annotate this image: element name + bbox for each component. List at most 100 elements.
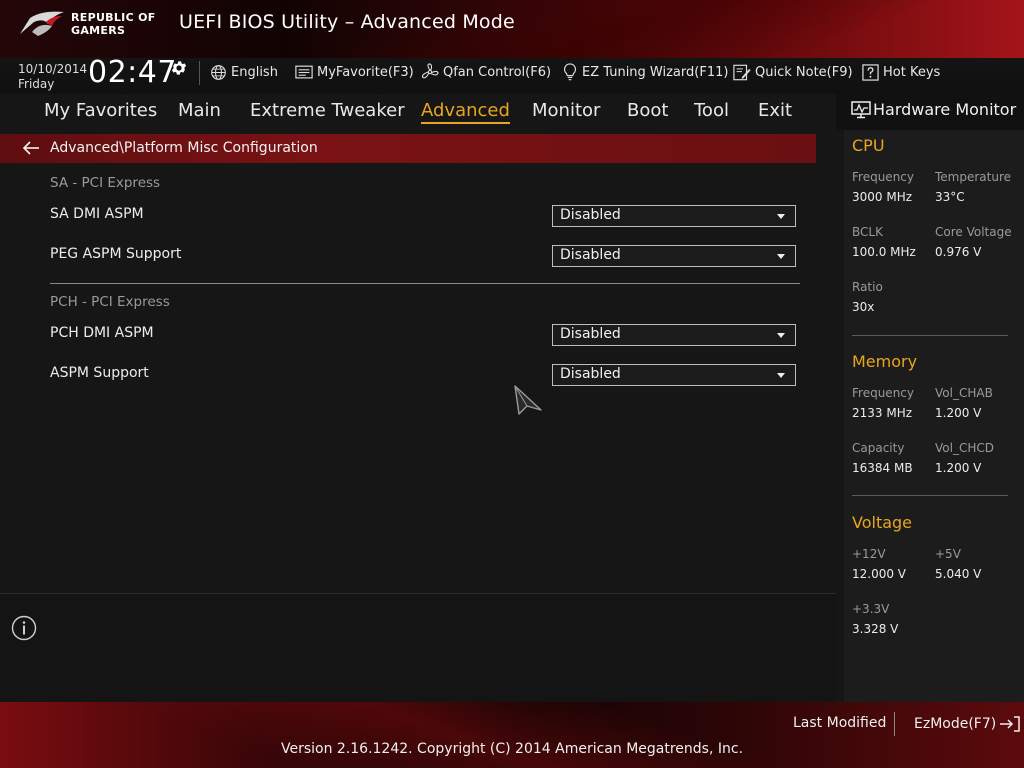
core-voltage-label: Core Voltage — [935, 225, 1012, 239]
tab-exit[interactable]: Exit — [758, 100, 792, 121]
memory-frequency-label: Frequency — [852, 386, 914, 400]
sa-dmi-aspm-value: Disabled — [560, 207, 621, 223]
quick-note-label: Quick Note(F9) — [755, 64, 853, 80]
vol-chcd-value: 1.200 V — [935, 461, 982, 475]
ez-tuning-wizard-button[interactable]: EZ Tuning Wizard(F11) — [562, 62, 728, 82]
tab-extreme-tweaker[interactable]: Extreme Tweaker — [250, 100, 405, 121]
monitor-icon — [851, 101, 871, 119]
bios-title: UEFI BIOS Utility – Advanced Mode — [179, 11, 515, 33]
v33-value: 3.328 V — [852, 622, 899, 636]
vol-chcd-label: Vol_CHCD — [935, 441, 994, 455]
dropdown-arrow-icon — [777, 333, 785, 338]
section-title-sa-pci-express: SA - PCI Express — [50, 175, 161, 191]
capacity-label: Capacity — [852, 441, 905, 455]
hw-divider — [852, 335, 1008, 336]
cpu-temperature-value: 33°C — [935, 190, 965, 204]
bclk-label: BCLK — [852, 225, 883, 239]
rog-eye-icon — [20, 11, 64, 36]
clock-time[interactable]: 02:47 — [88, 55, 177, 90]
breadcrumb: Advanced\Platform Misc Configuration — [0, 134, 816, 163]
aspm-support-value: Disabled — [560, 366, 621, 382]
memory-section-title: Memory — [852, 352, 918, 371]
cpu-frequency-label: Frequency — [852, 170, 914, 184]
fan-icon — [421, 63, 439, 79]
settings-panel: SA - PCI Express SA DMI ASPM Disabled PE… — [0, 163, 836, 593]
bclk-value: 100.0 MHz — [852, 245, 916, 259]
option-label-sa-dmi-aspm[interactable]: SA DMI ASPM — [50, 206, 144, 222]
toolbar-separator — [199, 61, 200, 85]
voltage-section-title: Voltage — [852, 513, 913, 532]
ezmode-button[interactable]: EzMode(F7) — [914, 715, 1021, 733]
v5-label: +5V — [935, 547, 961, 561]
pch-dmi-aspm-select[interactable]: Disabled — [552, 324, 796, 346]
last-modified-button[interactable]: Last Modified — [793, 715, 886, 731]
v12-label: +12V — [852, 547, 886, 561]
question-icon — [862, 63, 879, 81]
tab-main[interactable]: Main — [178, 100, 221, 121]
status-bar: 10/10/2014 Friday 02:47 English MyFavori… — [0, 55, 1024, 94]
my-favorite-button[interactable]: MyFavorite(F3) — [295, 62, 414, 82]
dropdown-arrow-icon — [777, 254, 785, 259]
vol-chab-value: 1.200 V — [935, 406, 982, 420]
dropdown-arrow-icon — [777, 214, 785, 219]
ez-tuning-wizard-label: EZ Tuning Wizard(F11) — [582, 64, 729, 80]
globe-icon — [211, 64, 226, 80]
breadcrumb-path: Advanced\Platform Misc Configuration — [50, 140, 318, 156]
dropdown-arrow-icon — [777, 373, 785, 378]
exit-arrow-icon — [1000, 716, 1020, 732]
date-text: 10/10/2014 — [18, 62, 88, 76]
lightbulb-icon — [564, 63, 576, 81]
tab-monitor[interactable]: Monitor — [532, 100, 600, 121]
option-label-peg-aspm-support[interactable]: PEG ASPM Support — [50, 246, 181, 262]
core-voltage-value: 0.976 V — [935, 245, 982, 259]
hot-keys-label: Hot Keys — [883, 64, 941, 80]
cpu-temperature-label: Temperature — [935, 170, 1012, 184]
tab-tool[interactable]: Tool — [694, 100, 729, 121]
qfan-control-button[interactable]: Qfan Control(F6) — [421, 62, 551, 82]
hw-divider — [852, 495, 1008, 496]
note-pencil-icon — [733, 64, 751, 80]
rog-logo: REPUBLIC OF GAMERS — [18, 8, 163, 40]
hot-keys-button[interactable]: Hot Keys — [862, 62, 940, 82]
mouse-cursor-icon — [514, 385, 542, 415]
copyright-text: Version 2.16.1242. Copyright (C) 2014 Am… — [280, 741, 744, 757]
language-label: English — [231, 64, 278, 80]
v5-value: 5.040 V — [935, 567, 982, 581]
vol-chab-label: Vol_CHAB — [935, 386, 993, 400]
sa-dmi-aspm-select[interactable]: Disabled — [552, 205, 796, 227]
logo-line-1: REPUBLIC OF — [71, 11, 156, 24]
option-label-pch-dmi-aspm[interactable]: PCH DMI ASPM — [50, 325, 154, 341]
ezmode-label: EzMode(F7) — [914, 716, 997, 732]
capacity-value: 16384 MB — [852, 461, 913, 475]
pch-dmi-aspm-value: Disabled — [560, 326, 621, 342]
gear-icon[interactable] — [170, 59, 188, 77]
back-arrow-icon[interactable] — [22, 141, 40, 155]
cpu-section-title: CPU — [852, 136, 885, 155]
peg-aspm-support-value: Disabled — [560, 247, 621, 263]
help-description-area — [0, 593, 836, 703]
cpu-frequency-value: 3000 MHz — [852, 190, 913, 204]
favorite-list-icon — [295, 65, 313, 78]
day-text: Friday — [18, 77, 55, 91]
v12-value: 12.000 V — [852, 567, 907, 581]
tab-my-favorites[interactable]: My Favorites — [44, 100, 157, 121]
memory-frequency-value: 2133 MHz — [852, 406, 913, 420]
footer-separator — [894, 712, 895, 736]
section-divider — [50, 283, 800, 284]
option-label-aspm-support[interactable]: ASPM Support — [50, 365, 149, 381]
aspm-support-select[interactable]: Disabled — [552, 364, 796, 386]
main-menu: My Favorites Main Extreme Tweaker Advanc… — [0, 94, 836, 130]
logo-line-2: GAMERS — [71, 24, 126, 37]
info-icon — [11, 615, 37, 641]
ratio-label: Ratio — [852, 280, 883, 294]
hardware-monitor-panel: CPU Frequency Temperature 3000 MHz 33°C … — [844, 130, 1024, 702]
footer-bar: Last Modified EzMode(F7) Version 2.16.12… — [0, 702, 1024, 768]
hardware-monitor-title: Hardware Monitor — [873, 100, 1017, 119]
tab-boot[interactable]: Boot — [627, 100, 668, 121]
peg-aspm-support-select[interactable]: Disabled — [552, 245, 796, 267]
hardware-monitor-header: Hardware Monitor — [836, 94, 1024, 130]
tab-advanced[interactable]: Advanced — [421, 100, 510, 124]
quick-note-button[interactable]: Quick Note(F9) — [733, 62, 853, 82]
language-button[interactable]: English — [210, 62, 278, 82]
qfan-control-label: Qfan Control(F6) — [443, 64, 552, 80]
